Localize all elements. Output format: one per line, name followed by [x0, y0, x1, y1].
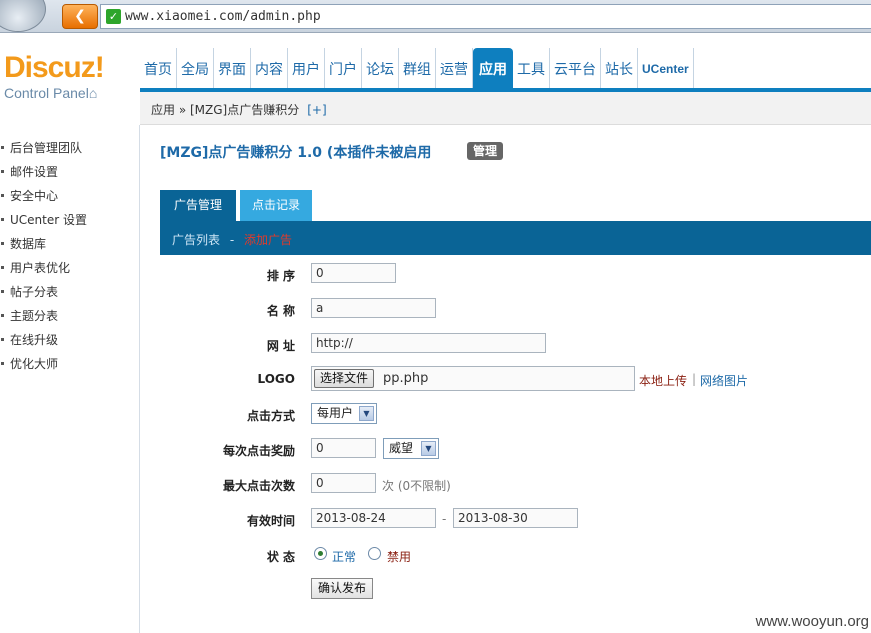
max-clicks-input[interactable]: 0 [311, 473, 376, 493]
start-date-input[interactable]: 2013-08-24 [311, 508, 436, 528]
date-separator: - [442, 512, 447, 526]
nav-ucenter[interactable]: UCenter [638, 48, 694, 90]
name-label: 名 称 [266, 304, 295, 318]
sidebar-item-member-optimize[interactable]: 用户表优化 [0, 256, 139, 280]
url-label: 网 址 [266, 339, 295, 353]
sidebar-item-database[interactable]: 数据库 [0, 232, 139, 256]
home-icon: ⌂ [88, 85, 98, 101]
breadcrumb: 应用 » [MZG]点广告赚积分 [+] [151, 101, 327, 118]
sidebar-item-ucenter[interactable]: UCenter 设置 [0, 208, 139, 232]
order-label: 排 序 [266, 269, 295, 283]
sidebar-item-admin-team[interactable]: 后台管理团队 [0, 136, 139, 160]
chevron-down-icon: ▼ [421, 441, 436, 456]
reward-label: 每次点击奖励 [222, 444, 295, 458]
url-text: www.xiaomei.com/admin.php [125, 9, 321, 24]
nav-user[interactable]: 用户 [288, 48, 325, 90]
discuz-logo[interactable]: Discuz! Control Panel⌂ [4, 51, 105, 102]
url-input[interactable]: http:// [311, 333, 546, 353]
top-navigation: 首页 全局 界面 内容 用户 门户 论坛 群组 运营 应用 工具 云平台 站长 … [140, 48, 694, 90]
nav-global[interactable]: 全局 [177, 48, 214, 90]
breadcrumb-expand-button[interactable]: [+] [307, 103, 326, 117]
sidebar-item-thread-split[interactable]: 主题分表 [0, 304, 139, 328]
nav-home[interactable]: 首页 [140, 48, 177, 90]
nav-operation[interactable]: 运营 [436, 48, 473, 90]
tab-click-log[interactable]: 点击记录 [240, 190, 312, 221]
sidebar-item-upgrade[interactable]: 在线升级 [0, 328, 139, 352]
logo-subtitle-text: Control Panel [4, 85, 89, 101]
nav-cloud[interactable]: 云平台 [550, 48, 601, 90]
tab-ad-manage[interactable]: 广告管理 [160, 190, 236, 221]
nav-group[interactable]: 群组 [399, 48, 436, 90]
network-image-link[interactable]: 网络图片 [700, 372, 748, 389]
sidebar-item-security[interactable]: 安全中心 [0, 184, 139, 208]
breadcrumb-bar: 应用 » [MZG]点广告赚积分 [+] [140, 92, 871, 125]
address-bar[interactable]: ✓ www.xiaomei.com/admin.php [100, 4, 871, 29]
valid-time-label: 有效时间 [246, 514, 295, 528]
click-mode-value: 每用户 [317, 406, 354, 420]
back-arrow-icon: ❮ [74, 8, 86, 24]
status-label: 状 态 [266, 550, 295, 564]
nav-forum[interactable]: 论坛 [362, 48, 399, 90]
breadcrumb-text: 应用 » [MZG]点广告赚积分 [151, 103, 300, 117]
logo-subtitle: Control Panel⌂ [4, 85, 104, 101]
sidebar-item-optimizer[interactable]: 优化大师 [0, 352, 139, 376]
submit-button[interactable]: 确认发布 [311, 578, 374, 599]
choose-file-button[interactable]: 选择文件 [314, 369, 375, 388]
sidebar-item-mail[interactable]: 邮件设置 [0, 160, 139, 184]
max-clicks-hint: 次 (0不限制) [382, 479, 451, 493]
end-date-input[interactable]: 2013-08-30 [453, 508, 578, 528]
credit-type-value: 威望 [389, 441, 414, 455]
credit-type-select[interactable]: 威望 ▼ [383, 438, 439, 459]
browser-toolbar: ❮ ✓ www.xiaomei.com/admin.php [0, 0, 871, 33]
click-mode-label: 点击方式 [246, 409, 295, 423]
status-disabled-label[interactable]: 禁用 [387, 548, 411, 565]
ad-list-link[interactable]: 广告列表 [172, 233, 220, 247]
page-title: [MZG]点广告赚积分 1.0 (本插件未被启用 [160, 145, 432, 161]
link-separator: | [692, 372, 697, 386]
nav-portal[interactable]: 门户 [325, 48, 362, 90]
nav-tools[interactable]: 工具 [513, 48, 550, 90]
reward-input[interactable]: 0 [311, 438, 376, 458]
browser-logo-orb [0, 0, 46, 32]
check-icon: ✓ [106, 9, 121, 24]
selected-file-name: pp.php [383, 371, 429, 386]
local-upload-link[interactable]: 本地上传 [639, 372, 687, 389]
logo-file-input[interactable]: 选择文件 pp.php [311, 366, 635, 391]
watermark: www.wooyun.org [755, 613, 869, 630]
chevron-down-icon: ▼ [359, 406, 374, 421]
manage-button[interactable]: 管理 [467, 142, 504, 160]
back-button[interactable]: ❮ [62, 4, 98, 29]
logo-label: LOGO [257, 372, 295, 386]
sidebar-item-post-split[interactable]: 帖子分表 [0, 280, 139, 304]
status-normal-label[interactable]: 正常 [332, 548, 356, 565]
status-normal-radio[interactable] [314, 547, 327, 560]
nav-plugin[interactable]: 应用 [473, 48, 513, 90]
sidebar: 后台管理团队 邮件设置 安全中心 UCenter 设置 数据库 用户表优化 帖子… [0, 125, 140, 633]
sub-navigation: 广告列表 - 添加广告 [160, 221, 871, 255]
nav-style[interactable]: 界面 [214, 48, 251, 90]
logo-brand: Discuz! [4, 51, 105, 84]
nav-founder[interactable]: 站长 [601, 48, 638, 90]
order-input[interactable]: 0 [311, 263, 396, 283]
click-mode-select[interactable]: 每用户 ▼ [311, 403, 377, 424]
status-disabled-radio[interactable] [368, 547, 381, 560]
add-ad-current: 添加广告 [244, 233, 293, 247]
nav-content[interactable]: 内容 [251, 48, 288, 90]
max-clicks-label: 最大点击次数 [222, 479, 295, 493]
name-input[interactable]: a [311, 298, 436, 318]
subnav-separator: - [229, 233, 235, 247]
